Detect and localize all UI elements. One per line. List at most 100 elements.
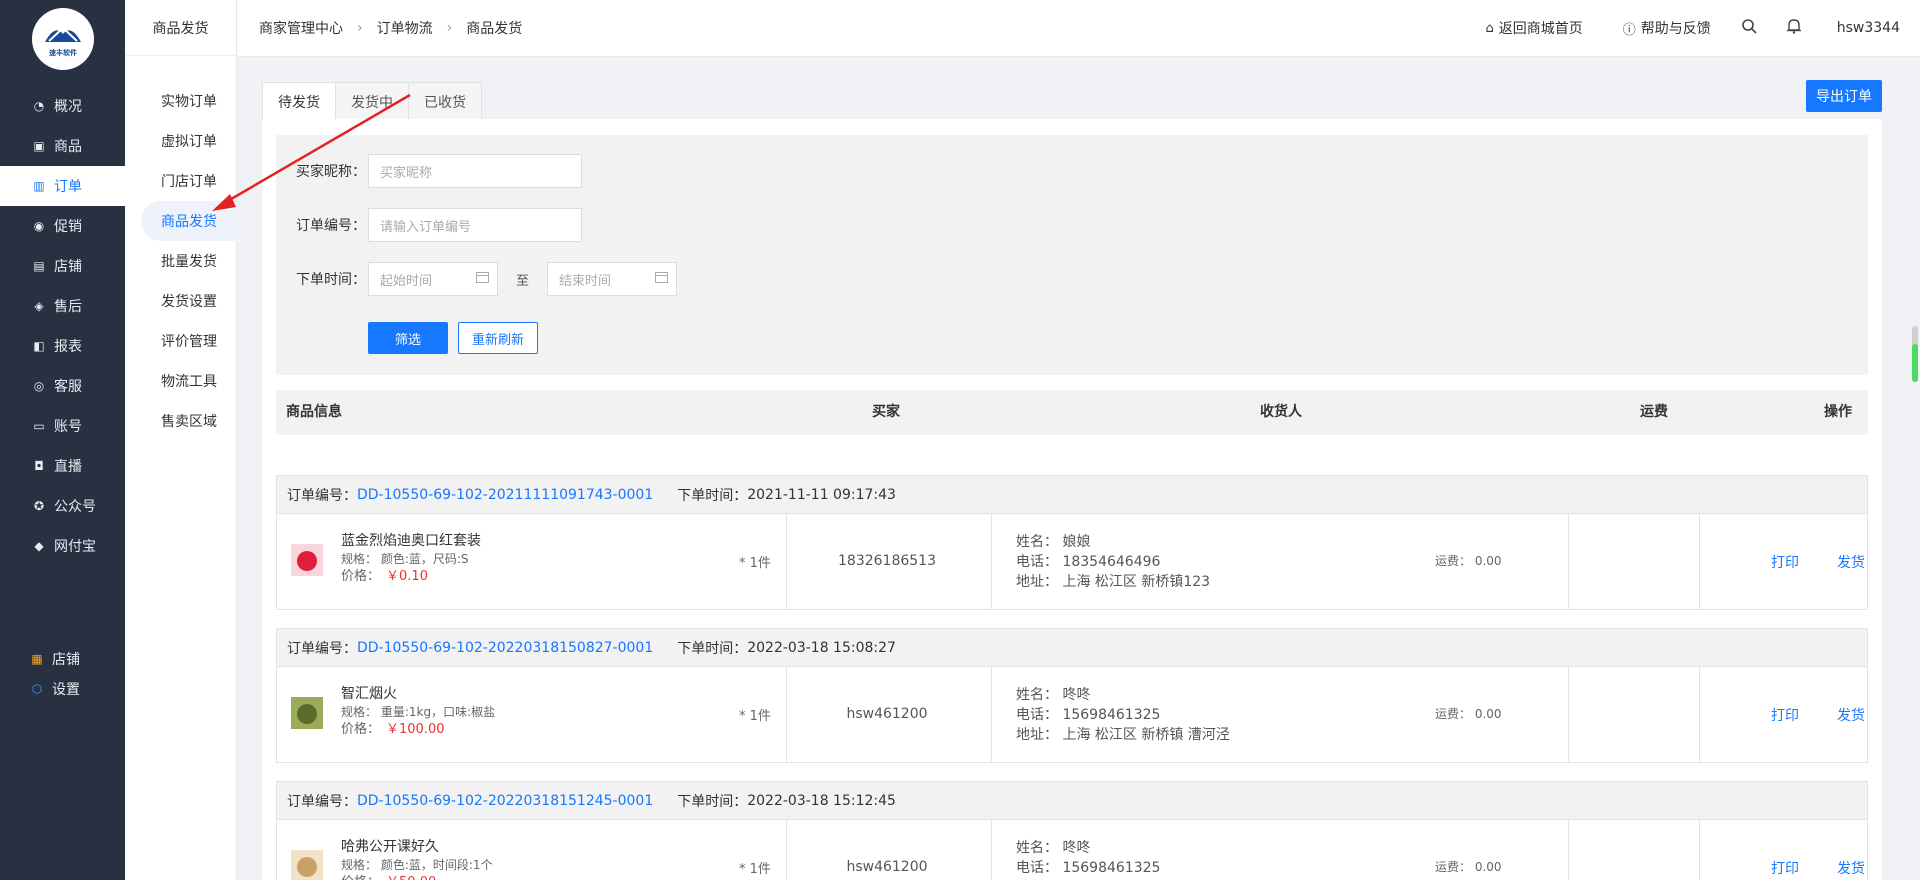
order-time-label: 下单时间： [677, 640, 748, 657]
fee-label: 运费： [1435, 860, 1472, 874]
home-link[interactable]: ⌂ 返回商城首页 [1485, 18, 1582, 38]
goods-quantity: * 1件 [739, 556, 771, 571]
ship-button[interactable]: 发货 [1837, 705, 1865, 725]
tab-pending[interactable]: 待发货 [262, 82, 336, 120]
house-chart-icon: ◧ [33, 339, 45, 353]
nav-item[interactable]: ◧ 报表 [0, 326, 125, 366]
goods-spec: 重量:1kg，口味:椒盐 [380, 705, 496, 719]
gauge-icon: ◔ [33, 99, 45, 113]
receiver-info: 姓名： 咚咚 电话： 15698461325 地址： 上海 松江区 新桥镇 漕河… [1016, 685, 1230, 745]
nav-item[interactable]: ◈ 售后 [0, 286, 125, 326]
buyer-label: 买家昵称： [296, 164, 366, 180]
sub-nav-item[interactable]: 门店订单 [141, 161, 237, 201]
print-button[interactable]: 打印 [1771, 552, 1799, 572]
print-button[interactable]: 打印 [1771, 858, 1799, 878]
tab-received[interactable]: 已收货 [408, 82, 482, 120]
product-thumbnail[interactable] [291, 850, 323, 880]
fee-value: 0.00 [1474, 554, 1502, 568]
calendar-icon [476, 271, 489, 287]
scrollbar[interactable] [1912, 326, 1918, 382]
nav-item-label: 账号 [54, 419, 82, 435]
goods-name[interactable]: 智汇烟火 [341, 685, 495, 703]
bell-icon[interactable] [1786, 18, 1801, 38]
sub-nav-item[interactable]: 评价管理 [141, 321, 237, 361]
buyer-id: hsw461200 [846, 706, 928, 722]
nav-item[interactable]: ◘ 直播 [0, 446, 125, 486]
chevron-right-icon: › [357, 20, 363, 36]
nav-item[interactable]: ◎ 客服 [0, 366, 125, 406]
nav-item[interactable]: ◉ 促销 [0, 206, 125, 246]
cell-divider [1568, 667, 1569, 762]
start-time-placeholder: 起始时间 [380, 273, 433, 289]
nav-item[interactable]: ▤ 店铺 [0, 246, 125, 286]
product-thumbnail[interactable] [291, 544, 323, 576]
order-no-label: 订单编号： [287, 487, 357, 504]
nav-item-label: 概况 [54, 99, 82, 115]
start-time-input[interactable]: 起始时间 [368, 262, 498, 296]
search-icon[interactable] [1741, 18, 1757, 38]
sub-nav-item[interactable]: 商品发货 [141, 201, 237, 241]
goods-name[interactable]: 蓝金烈焰迪奥口红套装 [341, 532, 481, 550]
breadcrumb-item[interactable]: 订单物流 [377, 18, 433, 38]
goods-price: ￥50.00 [386, 875, 436, 880]
nav-item-label: 客服 [54, 379, 82, 395]
cell-divider [991, 820, 992, 880]
phone-label: 电话： [1016, 707, 1058, 723]
shield-icon: ◆ [34, 539, 44, 553]
filter-button[interactable]: 筛选 [368, 322, 448, 354]
help-link[interactable]: ⓘ 帮助与反馈 [1623, 18, 1711, 38]
calendar-icon [655, 271, 669, 287]
order-card: 订单编号： DD-10550-69-102-20220318150827-000… [276, 628, 1868, 763]
order-no-label: 订单编号： [287, 793, 357, 810]
nav-item[interactable]: ◔ 概况 [0, 86, 125, 126]
print-button[interactable]: 打印 [1771, 705, 1799, 725]
sub-nav-item[interactable]: 虚拟订单 [141, 121, 237, 161]
spec-label: 规格： [341, 858, 378, 872]
sub-nav-item[interactable]: 实物订单 [141, 81, 237, 121]
col-fee: 运费 [1640, 404, 1668, 420]
nav-bottom-label: 店铺 [52, 652, 80, 668]
status-tabs: 待发货 发货中 已收货 [262, 82, 482, 120]
order-no-input[interactable]: 请输入订单编号 [368, 208, 582, 242]
receiver-address: 上海 松江区 新桥镇123 [1062, 574, 1211, 590]
nav-item[interactable]: ▭ 账号 [0, 406, 125, 446]
breadcrumb: 商家管理中心 › 订单物流 › 商品发货 [237, 18, 522, 38]
order-number-link[interactable]: DD-10550-69-102-20220318150827-0001 [357, 640, 653, 656]
tab-shipping[interactable]: 发货中 [335, 82, 409, 120]
product-thumbnail[interactable] [291, 697, 323, 729]
main-sidebar: 速丰软件 ◔ 概况 ▣ 商品 ▥ 订单 ◉ 促销 ▤ 店铺 ◈ 售后 ◧ 报表 ◎ 客服 ▭ 账号 ◘ 直播 ✪ 公众号 ◆… [0, 0, 125, 880]
order-number-link[interactable]: DD-10550-69-102-20220318151245-0001 [357, 793, 653, 809]
chevron-right-icon: › [446, 20, 453, 36]
receiver-name: 咚咚 [1062, 840, 1091, 856]
goods-price: ￥0.10 [386, 569, 428, 584]
ship-button[interactable]: 发货 [1837, 552, 1865, 572]
nav-item[interactable]: ◆ 网付宝 [0, 526, 125, 566]
nav-bottom-item[interactable]: ⬡ 设置 [0, 674, 125, 704]
nav-bottom-item[interactable]: ▦ 店铺 [0, 644, 125, 674]
end-time-input[interactable]: 结束时间 [547, 262, 678, 296]
order-number-link[interactable]: DD-10550-69-102-20211111091743-0001 [357, 487, 653, 503]
buyer-nickname-input[interactable]: 买家昵称 [368, 154, 582, 188]
ship-button[interactable]: 发货 [1837, 858, 1865, 878]
goods-name[interactable]: 哈弗公开课好久 [341, 838, 493, 856]
receiver-info: 姓名： 娘娘 电话： 18354646496 地址： 上海 松江区 新桥镇123 [1016, 532, 1210, 592]
export-orders-button[interactable]: 导出订单 [1806, 80, 1882, 112]
sub-nav-item[interactable]: 售卖区域 [141, 401, 237, 441]
nav-item[interactable]: ▣ 商品 [0, 126, 125, 166]
sub-nav-item[interactable]: 发货设置 [141, 281, 237, 321]
spec-label: 规格： [341, 705, 378, 719]
sub-nav-item[interactable]: 物流工具 [141, 361, 237, 401]
nav-item-label: 促销 [54, 219, 82, 235]
cell-divider [1699, 820, 1700, 880]
breadcrumb-item[interactable]: 商家管理中心 [259, 18, 343, 38]
sub-nav-item[interactable]: 批量发货 [141, 241, 237, 281]
nav-item[interactable]: ▥ 订单 [0, 166, 125, 206]
order-header: 订单编号： DD-10550-69-102-20220318151245-000… [277, 782, 1867, 820]
refresh-button[interactable]: 重新刷新 [458, 322, 538, 354]
receiver-name: 咚咚 [1062, 687, 1091, 703]
logo[interactable]: 速丰软件 [32, 8, 94, 70]
receiver-address: 上海 松江区 新桥镇 漕河泾 [1062, 727, 1230, 743]
goods-quantity: * 1件 [739, 709, 771, 724]
user-menu[interactable]: hsw3344 [1837, 20, 1900, 36]
nav-item[interactable]: ✪ 公众号 [0, 486, 125, 526]
